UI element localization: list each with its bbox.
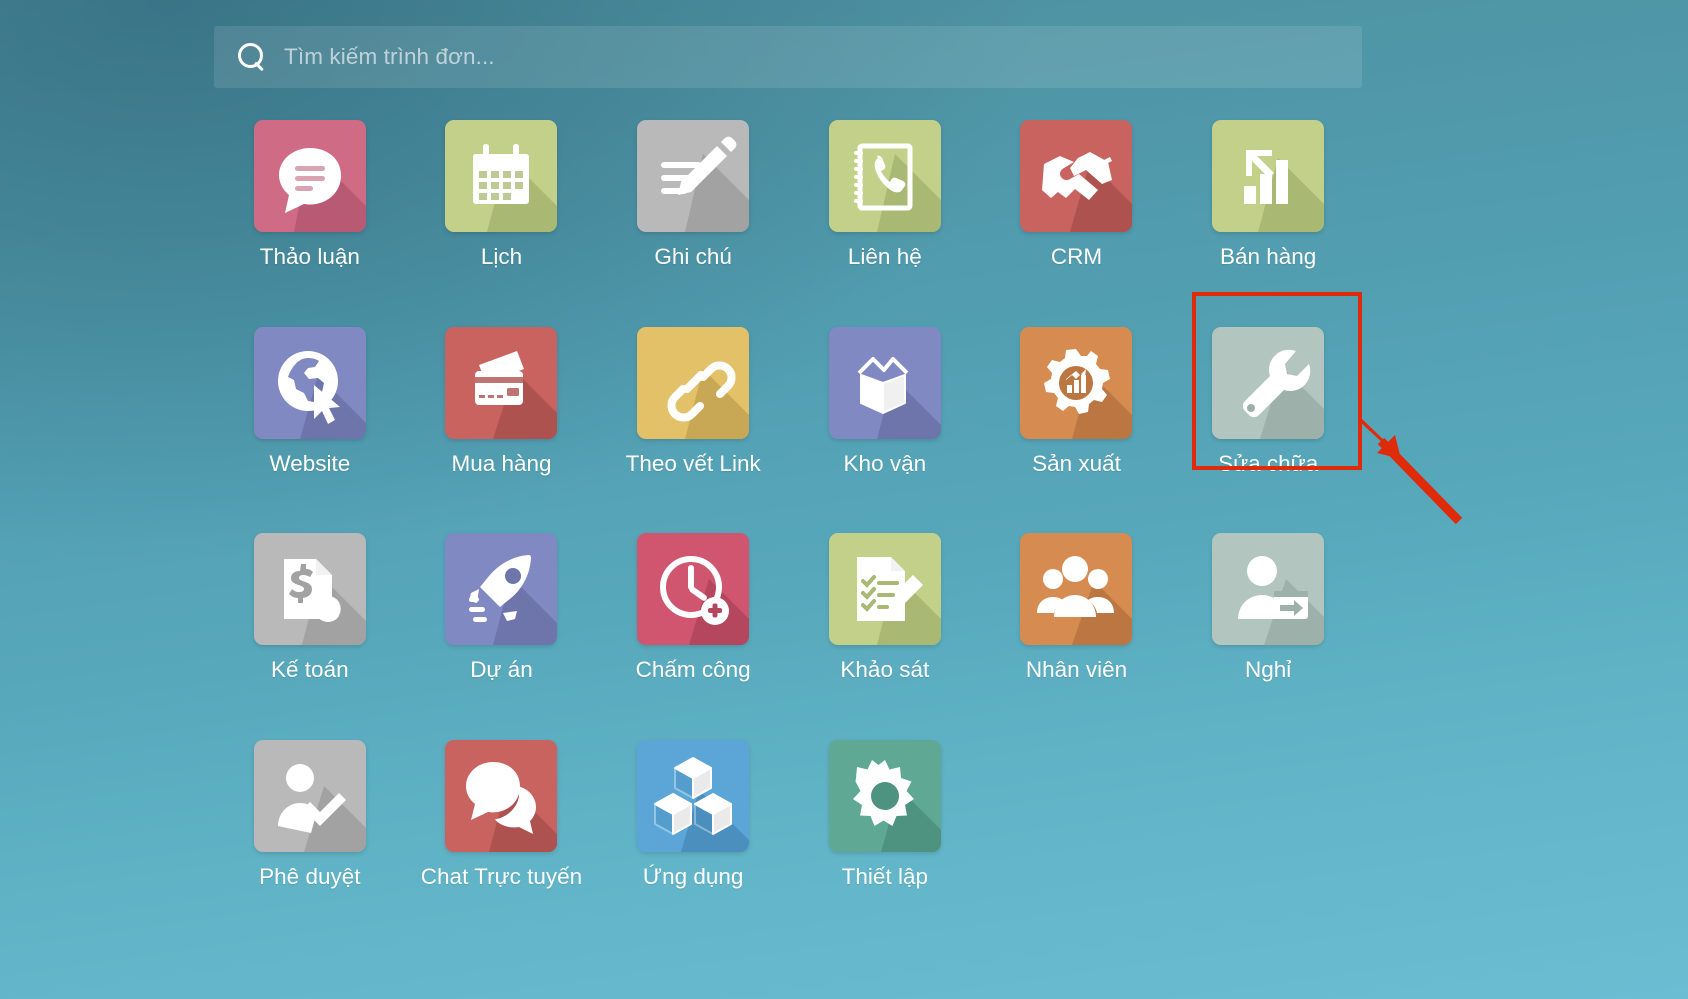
app-icon-background[interactable] — [1020, 533, 1133, 646]
attendance-clock-plus-icon — [637, 533, 750, 646]
app-tile-kho-vận[interactable]: Kho vận — [789, 326, 981, 476]
settings-gear-icon — [829, 740, 941, 852]
app-label: CRM — [1050, 244, 1103, 269]
app-label: Sản xuất — [1032, 450, 1121, 476]
app-label: Khảo sát — [840, 657, 930, 683]
app-icon-background[interactable] — [253, 120, 366, 232]
discuss-speech-bubble-icon — [254, 120, 366, 232]
app-icon-background[interactable] — [828, 326, 941, 439]
app-tile-ứng-dụng[interactable]: Ứng dụng — [597, 739, 789, 889]
manufacturing-gear-chart-icon — [1020, 327, 1133, 439]
app-grid: Thảo luận Lịch Ghi chú Liên hệ CRM Bán h… — [214, 120, 1364, 889]
calendar-icon — [445, 120, 558, 232]
app-label: Kho vận — [843, 450, 927, 476]
app-label: Chat Trực tuyến — [420, 863, 583, 889]
link-tracker-chain-icon — [637, 327, 750, 439]
app-icon-background[interactable] — [445, 326, 558, 439]
app-label: Thảo luận — [259, 244, 360, 269]
app-tile-crm[interactable]: CRM — [981, 120, 1173, 269]
app-tile-website[interactable]: Website — [214, 326, 406, 476]
livechat-bubbles-icon — [445, 740, 558, 852]
app-label: Ứng dụng — [642, 863, 744, 889]
app-label: Chấm công — [635, 657, 751, 683]
app-label: Nghỉ — [1245, 657, 1292, 683]
handshake-icon — [1020, 120, 1133, 232]
approvals-person-check-icon — [254, 740, 366, 852]
app-label: Thiết lập — [841, 863, 928, 889]
repair-wrench-icon — [1212, 327, 1325, 439]
contacts-phonebook-icon — [829, 120, 941, 232]
app-tile-bán-hàng[interactable]: Bán hàng — [1172, 120, 1364, 269]
timeoff-person-calendar-icon — [1212, 533, 1325, 646]
app-tile-thiết-lập[interactable]: Thiết lập — [789, 739, 981, 889]
app-icon-background[interactable] — [637, 533, 750, 646]
app-tile-chấm-công[interactable]: Chấm công — [597, 533, 789, 682]
app-icon-background[interactable] — [637, 739, 750, 852]
app-label: Sửa chữa — [1218, 450, 1319, 476]
survey-checklist-pencil-icon — [829, 533, 941, 646]
employees-people-icon — [1020, 533, 1133, 646]
app-tile-mua-hàng[interactable]: Mua hàng — [406, 326, 598, 476]
project-rocket-icon — [445, 533, 558, 646]
app-label: Bán hàng — [1219, 244, 1317, 269]
app-label: Ghi chú — [654, 244, 732, 269]
inventory-open-box-icon — [829, 327, 941, 439]
app-tile-nhân-viên[interactable]: Nhân viên — [981, 533, 1173, 682]
app-tile-ghi-chú[interactable]: Ghi chú — [597, 120, 789, 269]
app-icon-background[interactable] — [1212, 120, 1325, 232]
app-label: Phê duyệt — [259, 863, 361, 889]
app-tile-lịch[interactable]: Lịch — [406, 120, 598, 269]
app-label: Dự án — [470, 657, 533, 683]
notes-pencil-icon — [637, 120, 750, 232]
app-icon-background[interactable] — [445, 120, 558, 232]
app-icon-background[interactable] — [1212, 533, 1325, 646]
search-input-container[interactable]: Tìm kiếm trình đơn... — [214, 26, 1362, 88]
app-tile-theo-vết-link[interactable]: Theo vết Link — [597, 326, 789, 476]
app-tile-thảo-luận[interactable]: Thảo luận — [214, 120, 406, 269]
app-tile-chat-trực-tuyến[interactable]: Chat Trực tuyến — [406, 739, 598, 889]
app-icon-background[interactable] — [828, 739, 941, 852]
app-label: Liên hệ — [847, 244, 922, 269]
apps-cubes-icon — [637, 740, 750, 852]
website-globe-cursor-icon — [254, 327, 366, 439]
app-tile-khảo-sát[interactable]: Khảo sát — [789, 533, 981, 682]
app-icon-background[interactable] — [1020, 326, 1133, 439]
accounting-invoice-dollar-icon — [254, 533, 366, 646]
app-icon-background[interactable] — [253, 533, 366, 646]
app-label: Kế toán — [271, 657, 349, 683]
app-tile-phê-duyệt[interactable]: Phê duyệt — [214, 739, 406, 889]
app-tile-sản-xuất[interactable]: Sản xuất — [981, 326, 1173, 476]
app-icon-background[interactable] — [1020, 120, 1133, 232]
app-tile-sửa-chữa[interactable]: Sửa chữa — [1172, 326, 1364, 476]
app-tile-nghỉ[interactable]: Nghỉ — [1172, 533, 1364, 682]
app-label: Website — [269, 450, 351, 476]
search-icon — [236, 42, 266, 72]
app-icon-background[interactable] — [1212, 326, 1325, 439]
search-input[interactable]: Tìm kiếm trình đơn... — [284, 45, 495, 69]
app-icon-background[interactable] — [828, 533, 941, 646]
pointer-arrow-icon — [1355, 415, 1465, 525]
app-label: Mua hàng — [451, 450, 552, 476]
app-tile-liên-hệ[interactable]: Liên hệ — [789, 120, 981, 269]
app-icon-background[interactable] — [445, 739, 558, 852]
app-icon-background[interactable] — [637, 120, 750, 232]
app-label: Theo vết Link — [625, 450, 761, 476]
menu-search-bar[interactable]: Tìm kiếm trình đơn... — [214, 26, 1362, 88]
app-tile-kế-toán[interactable]: Kế toán — [214, 533, 406, 682]
app-icon-background[interactable] — [253, 326, 366, 439]
app-label: Lịch — [480, 244, 523, 269]
app-label: Nhân viên — [1025, 657, 1128, 683]
app-icon-background[interactable] — [637, 326, 750, 439]
purchase-credit-cards-icon — [445, 327, 558, 439]
app-icon-background[interactable] — [253, 739, 366, 852]
app-tile-dự-án[interactable]: Dự án — [406, 533, 598, 682]
app-icon-background[interactable] — [445, 533, 558, 646]
app-icon-background[interactable] — [828, 120, 941, 232]
sales-bar-chart-arrow-icon — [1212, 120, 1325, 232]
